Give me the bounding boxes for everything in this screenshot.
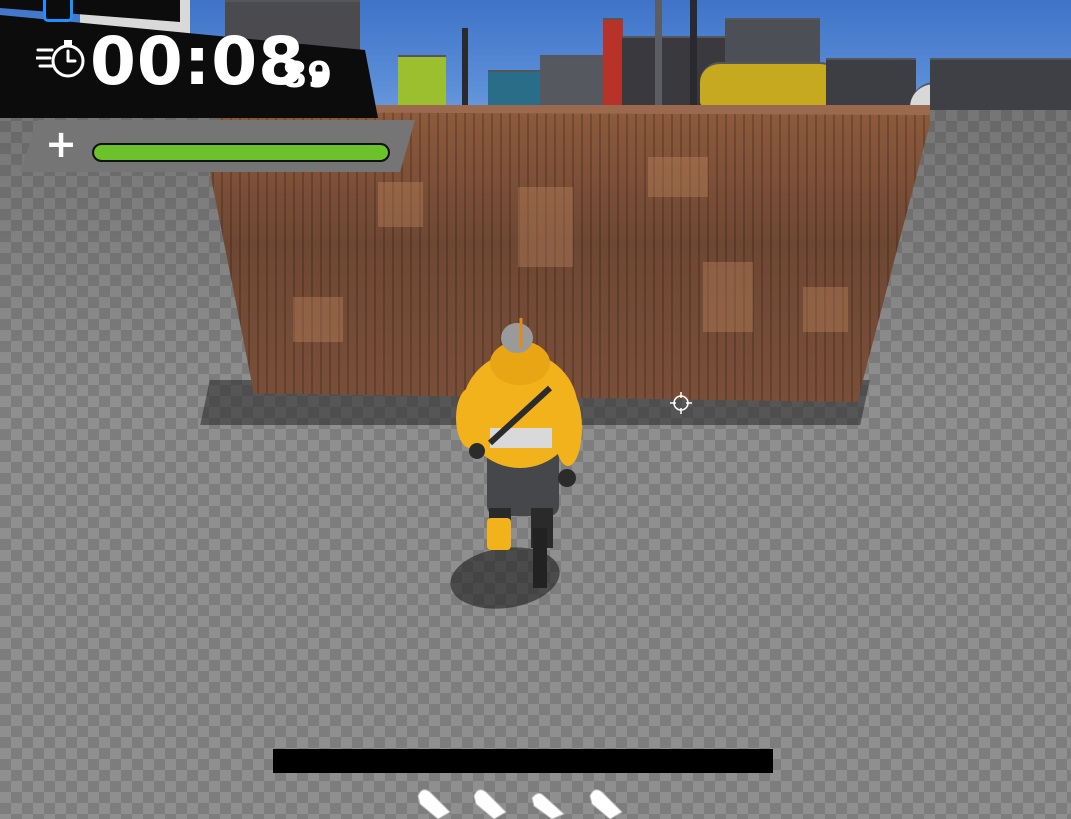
ammo-indicator (417, 789, 623, 819)
timer-fraction: 89 (282, 55, 333, 96)
stopwatch-icon (36, 40, 85, 78)
health-bar-fill (94, 145, 388, 160)
top-badge (43, 0, 73, 22)
plus-icon: + (45, 122, 77, 166)
ammo-slot (417, 789, 623, 819)
game-viewport[interactable]: 00:08. 89 + (0, 0, 1071, 819)
crosshair-icon (670, 392, 692, 414)
health-bar (92, 143, 390, 162)
action-bar (273, 749, 773, 773)
player-character (456, 318, 582, 588)
